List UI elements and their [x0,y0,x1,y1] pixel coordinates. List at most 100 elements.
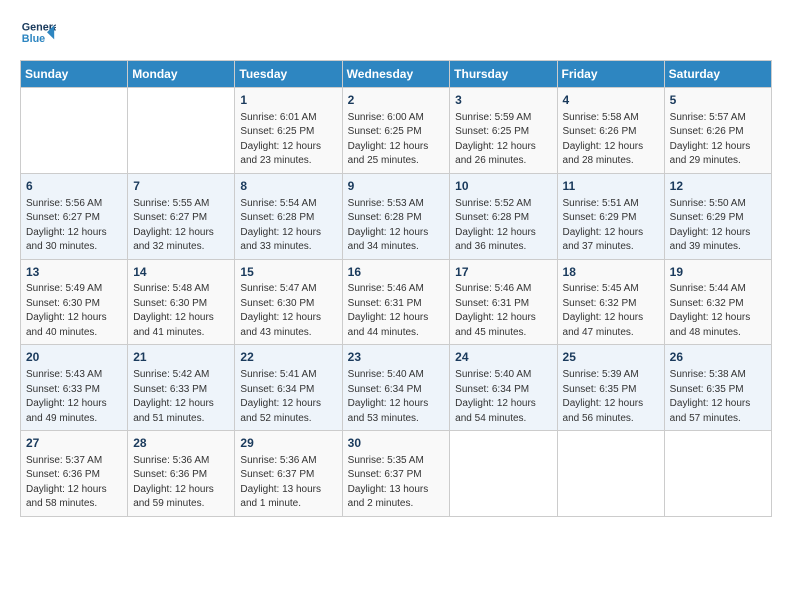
day-number: 6 [26,178,122,195]
cell-content: Sunrise: 5:56 AMSunset: 6:27 PMDaylight:… [26,197,122,255]
calendar-week-1: 1Sunrise: 6:01 AMSunset: 6:25 PMDaylight… [21,88,772,174]
cell-content: Sunrise: 5:46 AMSunset: 6:31 PMDaylight:… [455,282,551,340]
day-number: 5 [670,92,766,109]
day-number: 2 [348,92,445,109]
day-number: 16 [348,264,445,281]
calendar-cell: 5 Sunrise: 5:57 AMSunset: 6:26 PMDaylight… [664,88,771,174]
calendar-cell: 18Sunrise: 5:45 AMSunset: 6:32 PMDayligh… [557,259,664,345]
day-number: 29 [240,435,336,452]
calendar-cell: 28 Sunrise: 5:36 AMSunset: 6:36 PMDayligh… [128,431,235,517]
calendar-cell: 12 Sunrise: 5:50 AMSunset: 6:29 PMDayligh… [664,173,771,259]
cell-content: Sunrise: 5:43 AMSunset: 6:33 PMDaylight:… [26,368,122,426]
cell-content: Sunrise: 5:53 AMSunset: 6:28 PMDaylight:… [348,197,445,255]
day-number: 9 [348,178,445,195]
day-number: 28 [133,435,229,452]
cell-content: Sunrise: 5:55 AMSunset: 6:27 PMDaylight:… [133,197,229,255]
calendar-cell [557,431,664,517]
cell-content: Sunrise: 5:59 AMSunset: 6:25 PMDaylight:… [455,111,551,169]
cell-content: Sunrise: 5:35 AMSunset: 6:37 PMDaylight:… [348,454,445,512]
calendar-cell [128,88,235,174]
calendar-cell: 22 Sunrise: 5:41 AMSunset: 6:34 PMDayligh… [235,345,342,431]
cell-content: Sunrise: 5:40 AMSunset: 6:34 PMDaylight:… [455,368,551,426]
calendar-cell: 30 Sunrise: 5:35 AMSunset: 6:37 PMDayligh… [342,431,450,517]
day-number: 17 [455,264,551,281]
calendar-header-row: SundayMondayTuesdayWednesdayThursdayFrid… [21,61,772,88]
calendar-cell: 10 Sunrise: 5:52 AMSunset: 6:28 PMDayligh… [450,173,557,259]
calendar-cell: 7 Sunrise: 5:55 AMSunset: 6:27 PMDaylight… [128,173,235,259]
cell-content: Sunrise: 5:48 AMSunset: 6:30 PMDaylight:… [133,282,229,340]
day-number: 26 [670,349,766,366]
day-number: 10 [455,178,551,195]
calendar-cell: 2 Sunrise: 6:00 AMSunset: 6:25 PMDaylight… [342,88,450,174]
day-number: 23 [348,349,445,366]
day-number: 14 [133,264,229,281]
calendar-header-sunday: Sunday [21,61,128,88]
cell-content: Sunrise: 5:40 AMSunset: 6:34 PMDaylight:… [348,368,445,426]
calendar-cell: 25 Sunrise: 5:39 AMSunset: 6:35 PMDayligh… [557,345,664,431]
day-number: 18 [563,264,659,281]
calendar-cell: 17Sunrise: 5:46 AMSunset: 6:31 PMDayligh… [450,259,557,345]
calendar-header-thursday: Thursday [450,61,557,88]
cell-content: Sunrise: 5:49 AMSunset: 6:30 PMDaylight:… [26,282,122,340]
calendar-cell: 3Sunrise: 5:59 AMSunset: 6:25 PMDaylight… [450,88,557,174]
calendar-cell: 15Sunrise: 5:47 AMSunset: 6:30 PMDayligh… [235,259,342,345]
day-number: 21 [133,349,229,366]
cell-content: Sunrise: 5:39 AMSunset: 6:35 PMDaylight:… [563,368,659,426]
calendar-cell: 14Sunrise: 5:48 AMSunset: 6:30 PMDayligh… [128,259,235,345]
day-number: 8 [240,178,336,195]
calendar-week-4: 20 Sunrise: 5:43 AMSunset: 6:33 PMDayligh… [21,345,772,431]
calendar-cell: 16Sunrise: 5:46 AMSunset: 6:31 PMDayligh… [342,259,450,345]
cell-content: Sunrise: 5:36 AMSunset: 6:36 PMDaylight:… [133,454,229,512]
calendar-cell: 1Sunrise: 6:01 AMSunset: 6:25 PMDaylight… [235,88,342,174]
calendar-cell [21,88,128,174]
calendar-header-wednesday: Wednesday [342,61,450,88]
day-number: 19 [670,264,766,281]
day-number: 13 [26,264,122,281]
day-number: 20 [26,349,122,366]
calendar-week-5: 27Sunrise: 5:37 AMSunset: 6:36 PMDayligh… [21,431,772,517]
calendar-header-friday: Friday [557,61,664,88]
cell-content: Sunrise: 5:52 AMSunset: 6:28 PMDaylight:… [455,197,551,255]
day-number: 22 [240,349,336,366]
day-number: 15 [240,264,336,281]
cell-content: Sunrise: 5:45 AMSunset: 6:32 PMDaylight:… [563,282,659,340]
calendar-cell: 13Sunrise: 5:49 AMSunset: 6:30 PMDayligh… [21,259,128,345]
calendar-cell: 26Sunrise: 5:38 AMSunset: 6:35 PMDayligh… [664,345,771,431]
cell-content: Sunrise: 5:42 AMSunset: 6:33 PMDaylight:… [133,368,229,426]
cell-content: Sunrise: 6:00 AMSunset: 6:25 PMDaylight:… [348,111,445,169]
calendar-header-saturday: Saturday [664,61,771,88]
svg-text:Blue: Blue [22,33,45,45]
day-number: 4 [563,92,659,109]
cell-content: Sunrise: 5:50 AMSunset: 6:29 PMDaylight:… [670,197,766,255]
calendar-cell [664,431,771,517]
day-number: 27 [26,435,122,452]
day-number: 24 [455,349,551,366]
calendar-cell: 4 Sunrise: 5:58 AMSunset: 6:26 PMDaylight… [557,88,664,174]
calendar-header-tuesday: Tuesday [235,61,342,88]
calendar-cell: 24 Sunrise: 5:40 AMSunset: 6:34 PMDayligh… [450,345,557,431]
header: General Blue [20,16,772,52]
cell-content: Sunrise: 5:57 AMSunset: 6:26 PMDaylight:… [670,111,766,169]
cell-content: Sunrise: 5:58 AMSunset: 6:26 PMDaylight:… [563,111,659,169]
calendar-cell: 23 Sunrise: 5:40 AMSunset: 6:34 PMDayligh… [342,345,450,431]
cell-content: Sunrise: 5:41 AMSunset: 6:34 PMDaylight:… [240,368,336,426]
calendar-table: SundayMondayTuesdayWednesdayThursdayFrid… [20,60,772,517]
day-number: 30 [348,435,445,452]
logo: General Blue [20,16,56,52]
calendar-cell: 6 Sunrise: 5:56 AMSunset: 6:27 PMDaylight… [21,173,128,259]
logo-icon: General Blue [20,16,56,52]
calendar-cell: 27Sunrise: 5:37 AMSunset: 6:36 PMDayligh… [21,431,128,517]
day-number: 25 [563,349,659,366]
cell-content: Sunrise: 5:54 AMSunset: 6:28 PMDaylight:… [240,197,336,255]
cell-content: Sunrise: 5:46 AMSunset: 6:31 PMDaylight:… [348,282,445,340]
cell-content: Sunrise: 5:47 AMSunset: 6:30 PMDaylight:… [240,282,336,340]
calendar-cell: 8 Sunrise: 5:54 AMSunset: 6:28 PMDaylight… [235,173,342,259]
calendar-cell: 19Sunrise: 5:44 AMSunset: 6:32 PMDayligh… [664,259,771,345]
calendar-cell: 21 Sunrise: 5:42 AMSunset: 6:33 PMDayligh… [128,345,235,431]
day-number: 12 [670,178,766,195]
day-number: 7 [133,178,229,195]
calendar-cell: 20 Sunrise: 5:43 AMSunset: 6:33 PMDayligh… [21,345,128,431]
calendar-cell: 11Sunrise: 5:51 AMSunset: 6:29 PMDayligh… [557,173,664,259]
calendar-cell: 9 Sunrise: 5:53 AMSunset: 6:28 PMDaylight… [342,173,450,259]
cell-content: Sunrise: 5:44 AMSunset: 6:32 PMDaylight:… [670,282,766,340]
